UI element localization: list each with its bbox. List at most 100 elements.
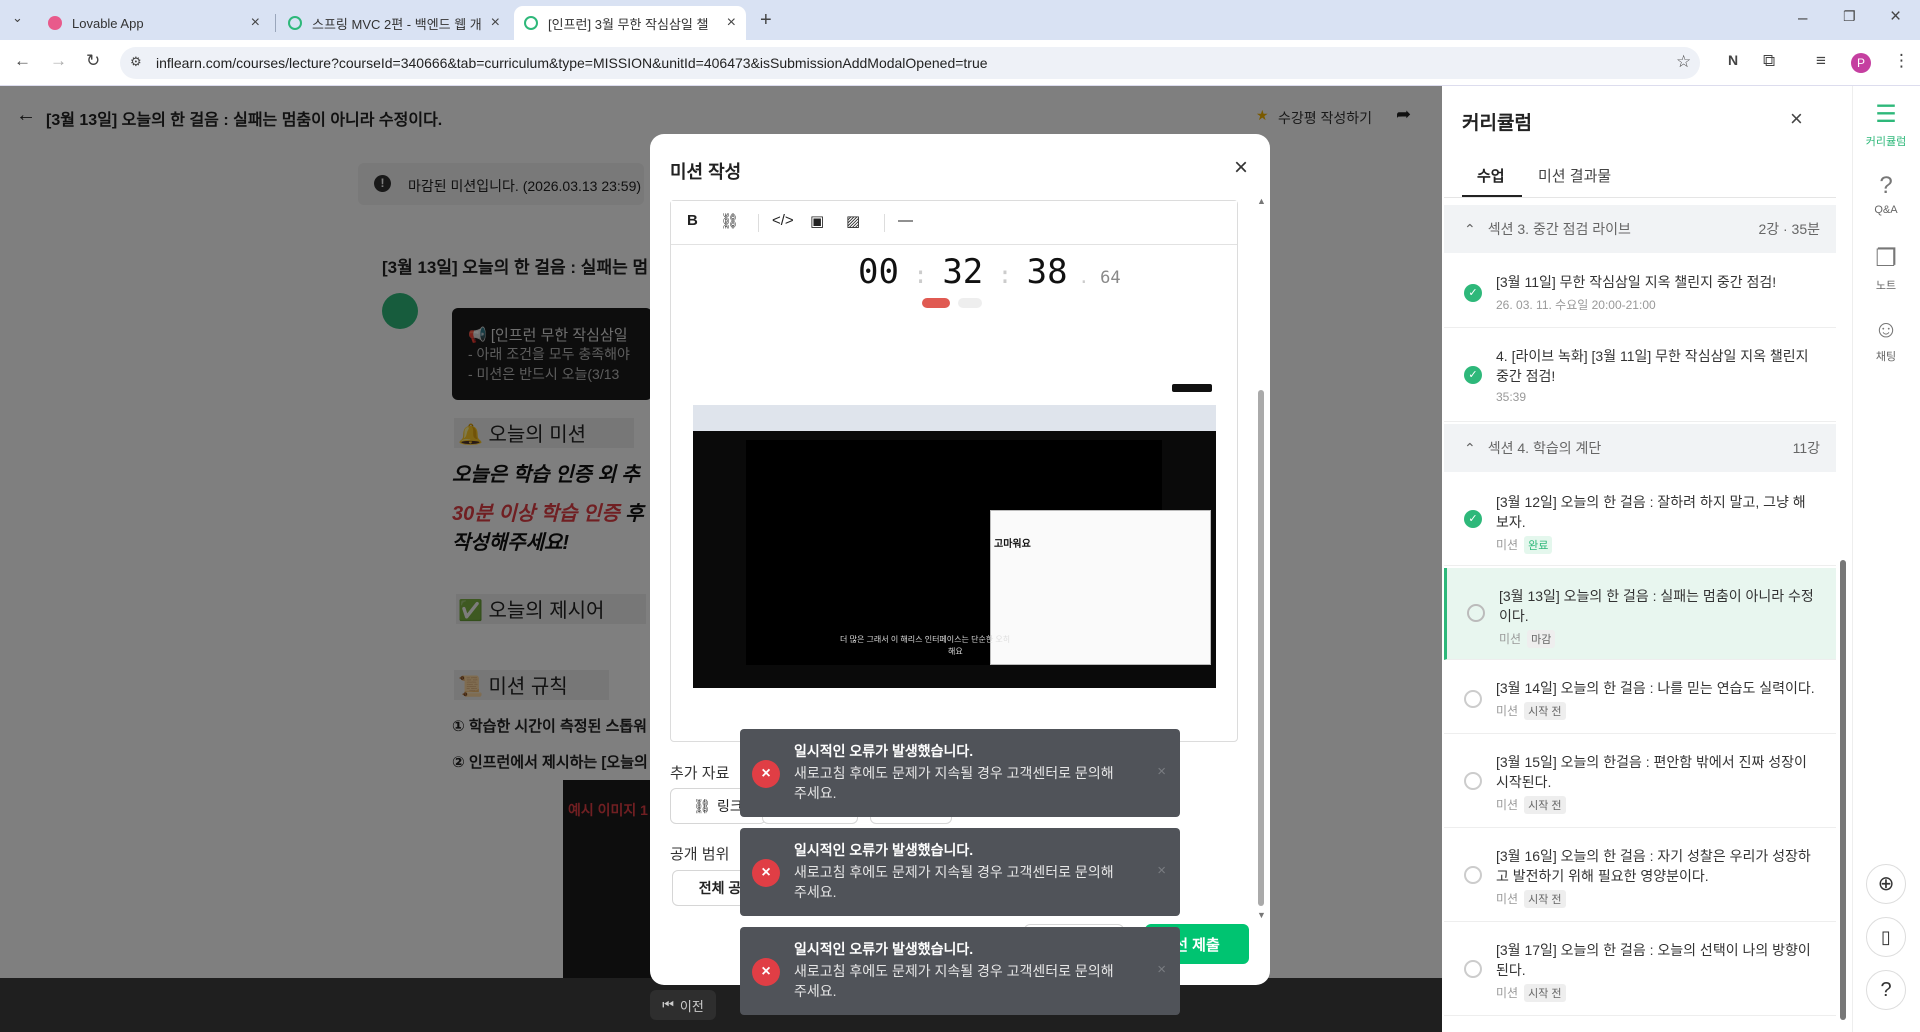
mobile-icon[interactable]: ▯ (1866, 917, 1906, 957)
link-icon[interactable]: ⛓ (720, 212, 739, 230)
tab-search-icon[interactable]: ⌄ (12, 10, 23, 26)
question-bubble-icon: ? (1879, 172, 1893, 199)
close-window-icon[interactable]: × (1890, 6, 1901, 28)
minimize-window-icon[interactable]: – (1798, 8, 1807, 28)
tab-divider (275, 14, 276, 32)
rail-qna[interactable]: ? Q&A (1852, 172, 1920, 216)
profile-avatar[interactable]: P (1851, 53, 1871, 73)
complete-check-icon: ✓ (1464, 284, 1482, 302)
visibility-all-label: 전체 공 (698, 880, 742, 896)
scroll-up-icon[interactable]: ▲ (1257, 196, 1266, 206)
tab-title: [인프런] 3월 무한 작심삼일 챌 (548, 16, 709, 32)
browser-menu-icon[interactable]: ⋮ (1893, 51, 1910, 71)
modal-scrollbar[interactable] (1258, 390, 1264, 906)
back-icon[interactable]: ← (14, 51, 31, 71)
toast-title: 일시적인 오류가 발생했습니다. (794, 743, 974, 759)
new-tab-icon[interactable]: + (760, 9, 772, 32)
extension-n-icon[interactable]: N (1728, 52, 1738, 68)
timer-hours: 00 (858, 252, 899, 292)
image-icon[interactable]: ▨ (846, 212, 860, 230)
item-meta: 미션 시작 전 (1496, 796, 1566, 814)
prev-lesson-button[interactable]: ⏮ 이전 (650, 990, 716, 1020)
mission-icon (1464, 960, 1482, 978)
tab-title: 스프링 MVC 2편 - 백엔드 웹 개 (312, 16, 482, 32)
timer-seconds: 38 (1026, 252, 1068, 292)
timer-separator: . (1067, 267, 1101, 288)
curriculum-item[interactable]: [3월 15일] 오늘의 한걸음 : 편안함 밖에서 진짜 성장이 시작된다. … (1444, 736, 1836, 828)
mission-icon (1464, 772, 1482, 790)
language-globe-icon[interactable]: ⊕ (1866, 864, 1906, 904)
close-tab-icon[interactable]: × (251, 14, 260, 32)
url-text: inflearn.com/courses/lecture?courseId=34… (156, 55, 988, 71)
browser-tab-lovable[interactable]: Lovable App × (38, 6, 270, 40)
toast-close-icon[interactable]: × (1157, 763, 1166, 780)
submit-label: 선 제출 (1174, 936, 1220, 954)
modal-close-icon[interactable]: × (1234, 154, 1248, 182)
forward-icon[interactable]: → (50, 51, 67, 71)
address-bar[interactable]: inflearn.com/courses/lecture?courseId=34… (120, 47, 1700, 79)
rail-label: Q&A (1874, 204, 1898, 216)
item-title: [3월 17일] 오늘의 한 걸음 : 오늘의 선택이 나의 방향이 된다. (1496, 942, 1811, 978)
error-toast: × 일시적인 오류가 발생했습니다. 새로고침 후에도 문제가 지속될 경우 고… (740, 927, 1180, 1015)
mission-icon (1467, 604, 1485, 622)
section-label: 섹션 3. 중간 점검 라이브 (1487, 221, 1631, 237)
rail-note[interactable]: ❐ 노트 (1852, 244, 1920, 293)
media-control-icon[interactable]: ≡ (1816, 51, 1826, 71)
item-meta: 미션 시작 전 (1496, 984, 1566, 1002)
screenshot-browser-bar (693, 405, 1216, 431)
code-block-icon[interactable]: ▣ (810, 212, 824, 230)
site-info-icon[interactable]: ⚙ (130, 54, 142, 70)
curriculum-item[interactable]: ✓ [3월 12일] 오늘의 한 걸음 : 잘하려 하지 말고, 그냥 해보자.… (1444, 474, 1836, 566)
timer-ms: 64 (1100, 268, 1121, 288)
scroll-down-icon[interactable]: ▼ (1257, 910, 1266, 920)
maximize-window-icon[interactable]: ❐ (1843, 8, 1856, 25)
curriculum-item[interactable]: ✓ [3월 11일] 무한 작심삼일 지옥 챌린지 중간 점검! 26. 03.… (1444, 256, 1836, 328)
browser-tab-spring-mvc[interactable]: 스프링 MVC 2편 - 백엔드 웹 개 × (278, 6, 510, 40)
status-badge: 완료 (1524, 536, 1553, 554)
curriculum-title: 커리큘럼 (1462, 113, 1532, 134)
visibility-label: 공개 범위 (670, 846, 730, 863)
curriculum-item[interactable]: [3월 14일] 오늘의 한 걸음 : 나를 믿는 연습도 실력이다. 미션 시작… (1444, 662, 1836, 734)
tab-lessons[interactable]: 수업 (1477, 165, 1505, 186)
tab-mission-results[interactable]: 미션 결과물 (1538, 165, 1611, 186)
rail-chat[interactable]: ☺ 채팅 (1852, 316, 1920, 364)
curriculum-item[interactable]: [3월 16일] 오늘의 한 걸음 : 자기 성찰은 우리가 성장하고 발전하기… (1444, 830, 1836, 922)
sidebar-scrollbar[interactable] (1840, 560, 1846, 1020)
toast-close-icon[interactable]: × (1157, 961, 1166, 978)
section-count: 11강 (1792, 440, 1820, 456)
error-toast: × 일시적인 오류가 발생했습니다. 새로고침 후에도 문제가 지속될 경우 고… (740, 828, 1180, 916)
item-title: [3월 13일] 오늘의 한 걸음 : 실패는 멈춤이 아니라 수정이다. (1499, 588, 1814, 624)
help-icon[interactable]: ? (1866, 970, 1906, 1010)
item-title: [3월 11일] 무한 작심삼일 지옥 챌린지 중간 점검! (1496, 274, 1777, 290)
curriculum-item[interactable]: [3월 17일] 오늘의 한 걸음 : 오늘의 선택이 나의 방향이 된다. 미… (1444, 924, 1836, 1016)
bold-icon[interactable]: B (687, 212, 698, 229)
item-title: [3월 15일] 오늘의 한걸음 : 편안함 밖에서 진짜 성장이 시작된다. (1496, 754, 1807, 790)
browser-tab-inflearn-mission[interactable]: [인프런] 3월 무한 작심삼일 챌 × (514, 6, 746, 40)
status-badge: 시작 전 (1524, 796, 1566, 814)
close-sidebar-icon[interactable]: × (1790, 106, 1803, 132)
curriculum-item-current[interactable]: [3월 13일] 오늘의 한 걸음 : 실패는 멈춤이 아니라 수정이다. 미션… (1444, 568, 1836, 660)
toast-close-icon[interactable]: × (1157, 862, 1166, 879)
horizontal-rule-icon[interactable]: — (898, 212, 913, 229)
link-icon: ⛓ (693, 797, 711, 814)
item-title: 4. [라이브 녹화] [3월 11일] 무한 작심삼일 지옥 챌린지 중간 점… (1496, 348, 1809, 384)
toast-message: 새로고침 후에도 문제가 지속될 경우 고객센터로 문의해주세요. (794, 765, 1114, 801)
bookmark-star-icon[interactable]: ☆ (1676, 52, 1691, 72)
note-icon: ❐ (1875, 245, 1897, 272)
stopwatch-stop-button (922, 298, 950, 308)
lecture-bottom-bar (0, 978, 1442, 1032)
close-tab-icon[interactable]: × (727, 14, 736, 32)
toast-message: 새로고침 후에도 문제가 지속될 경우 고객센터로 문의해주세요. (794, 963, 1114, 999)
status-badge: 시작 전 (1524, 890, 1566, 908)
section-4-header[interactable]: ⌃ 섹션 4. 학습의 계단 11강 (1444, 424, 1836, 472)
section-3-header[interactable]: ⌃ 섹션 3. 중간 점검 라이브 2강 · 35분 (1444, 205, 1836, 253)
screenshot-inner-text: 고마워요 (994, 539, 1031, 550)
reload-icon[interactable]: ↻ (86, 51, 100, 71)
close-tab-icon[interactable]: × (491, 14, 500, 32)
status-badge: 시작 전 (1524, 984, 1566, 1002)
rail-curriculum[interactable]: ☰ 커리큘럼 (1852, 100, 1920, 149)
extensions-puzzle-icon[interactable]: ⧉ (1763, 51, 1775, 71)
toolbar-divider (884, 214, 885, 232)
code-icon[interactable]: </> (772, 212, 794, 229)
curriculum-item[interactable]: ✓ 4. [라이브 녹화] [3월 11일] 무한 작심삼일 지옥 챌린지 중간… (1444, 330, 1836, 422)
